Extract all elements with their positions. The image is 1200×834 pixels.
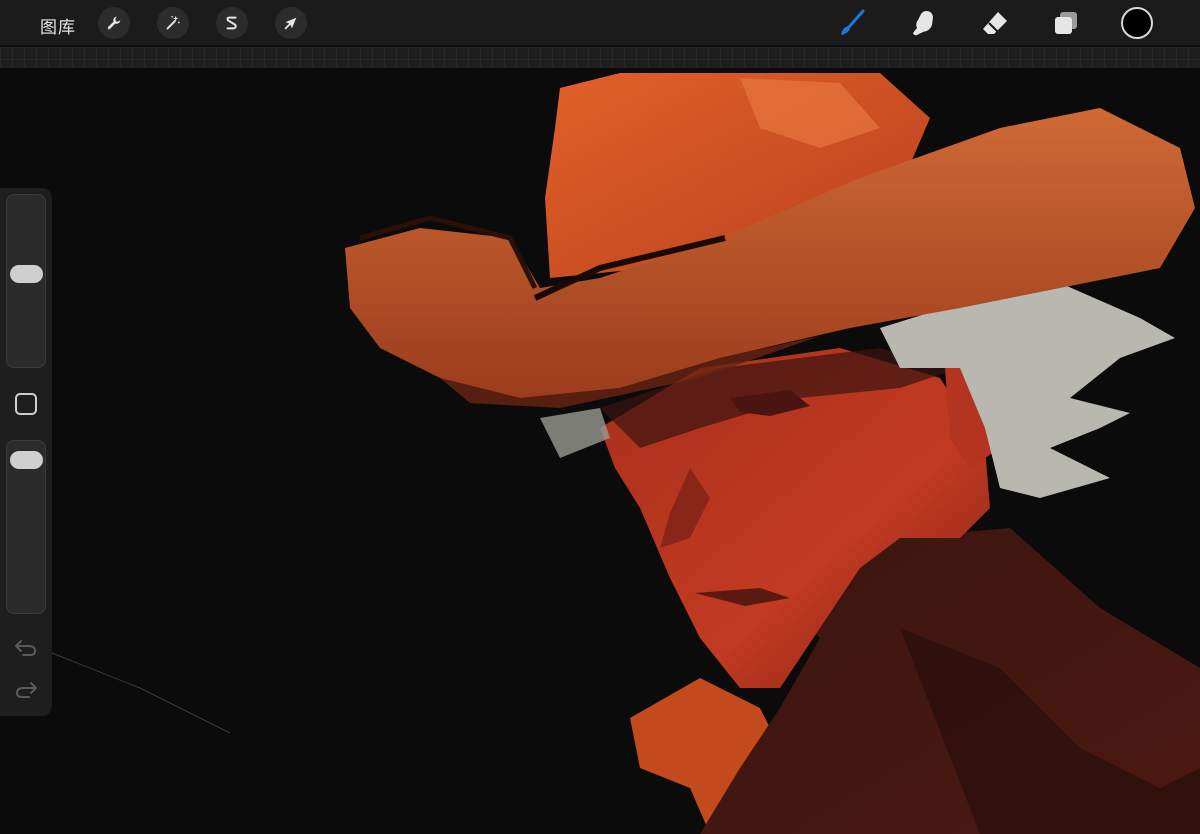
smudge-finger-icon (913, 11, 933, 36)
eraser-button[interactable] (980, 8, 1010, 38)
canvas-top-edge (0, 47, 1200, 68)
magic-wand-icon (166, 15, 180, 30)
modify-square-button[interactable] (15, 393, 37, 415)
layers-icon (1055, 12, 1077, 34)
selection-button[interactable] (216, 7, 248, 39)
top-toolbar: 图库 (0, 0, 1200, 46)
opacity-thumb[interactable] (10, 451, 43, 470)
left-sidebar (0, 188, 52, 716)
selection-s-icon (226, 16, 237, 30)
cowboy-painting[interactable] (0, 68, 1200, 834)
adjustments-button[interactable] (157, 7, 189, 39)
brush-size-thumb[interactable] (10, 264, 43, 283)
undo-button[interactable] (13, 636, 39, 658)
redo-arrow-icon (15, 682, 38, 698)
undo-arrow-icon (14, 640, 37, 656)
brush-icon (841, 9, 865, 35)
opacity-slider[interactable] (6, 440, 46, 614)
gallery-button[interactable]: 图库 (40, 13, 76, 38)
redo-button[interactable] (13, 678, 39, 700)
brush-button[interactable] (837, 8, 867, 38)
transform-button[interactable] (275, 7, 307, 39)
layers-button[interactable] (1051, 8, 1081, 38)
color-picker-button[interactable] (1121, 7, 1153, 39)
brush-size-slider[interactable] (6, 194, 46, 368)
arrow-cursor-icon (284, 17, 297, 30)
smudge-button[interactable] (908, 8, 938, 38)
eraser-icon (983, 12, 1007, 34)
wrench-icon (107, 16, 121, 30)
actions-button[interactable] (98, 7, 130, 39)
